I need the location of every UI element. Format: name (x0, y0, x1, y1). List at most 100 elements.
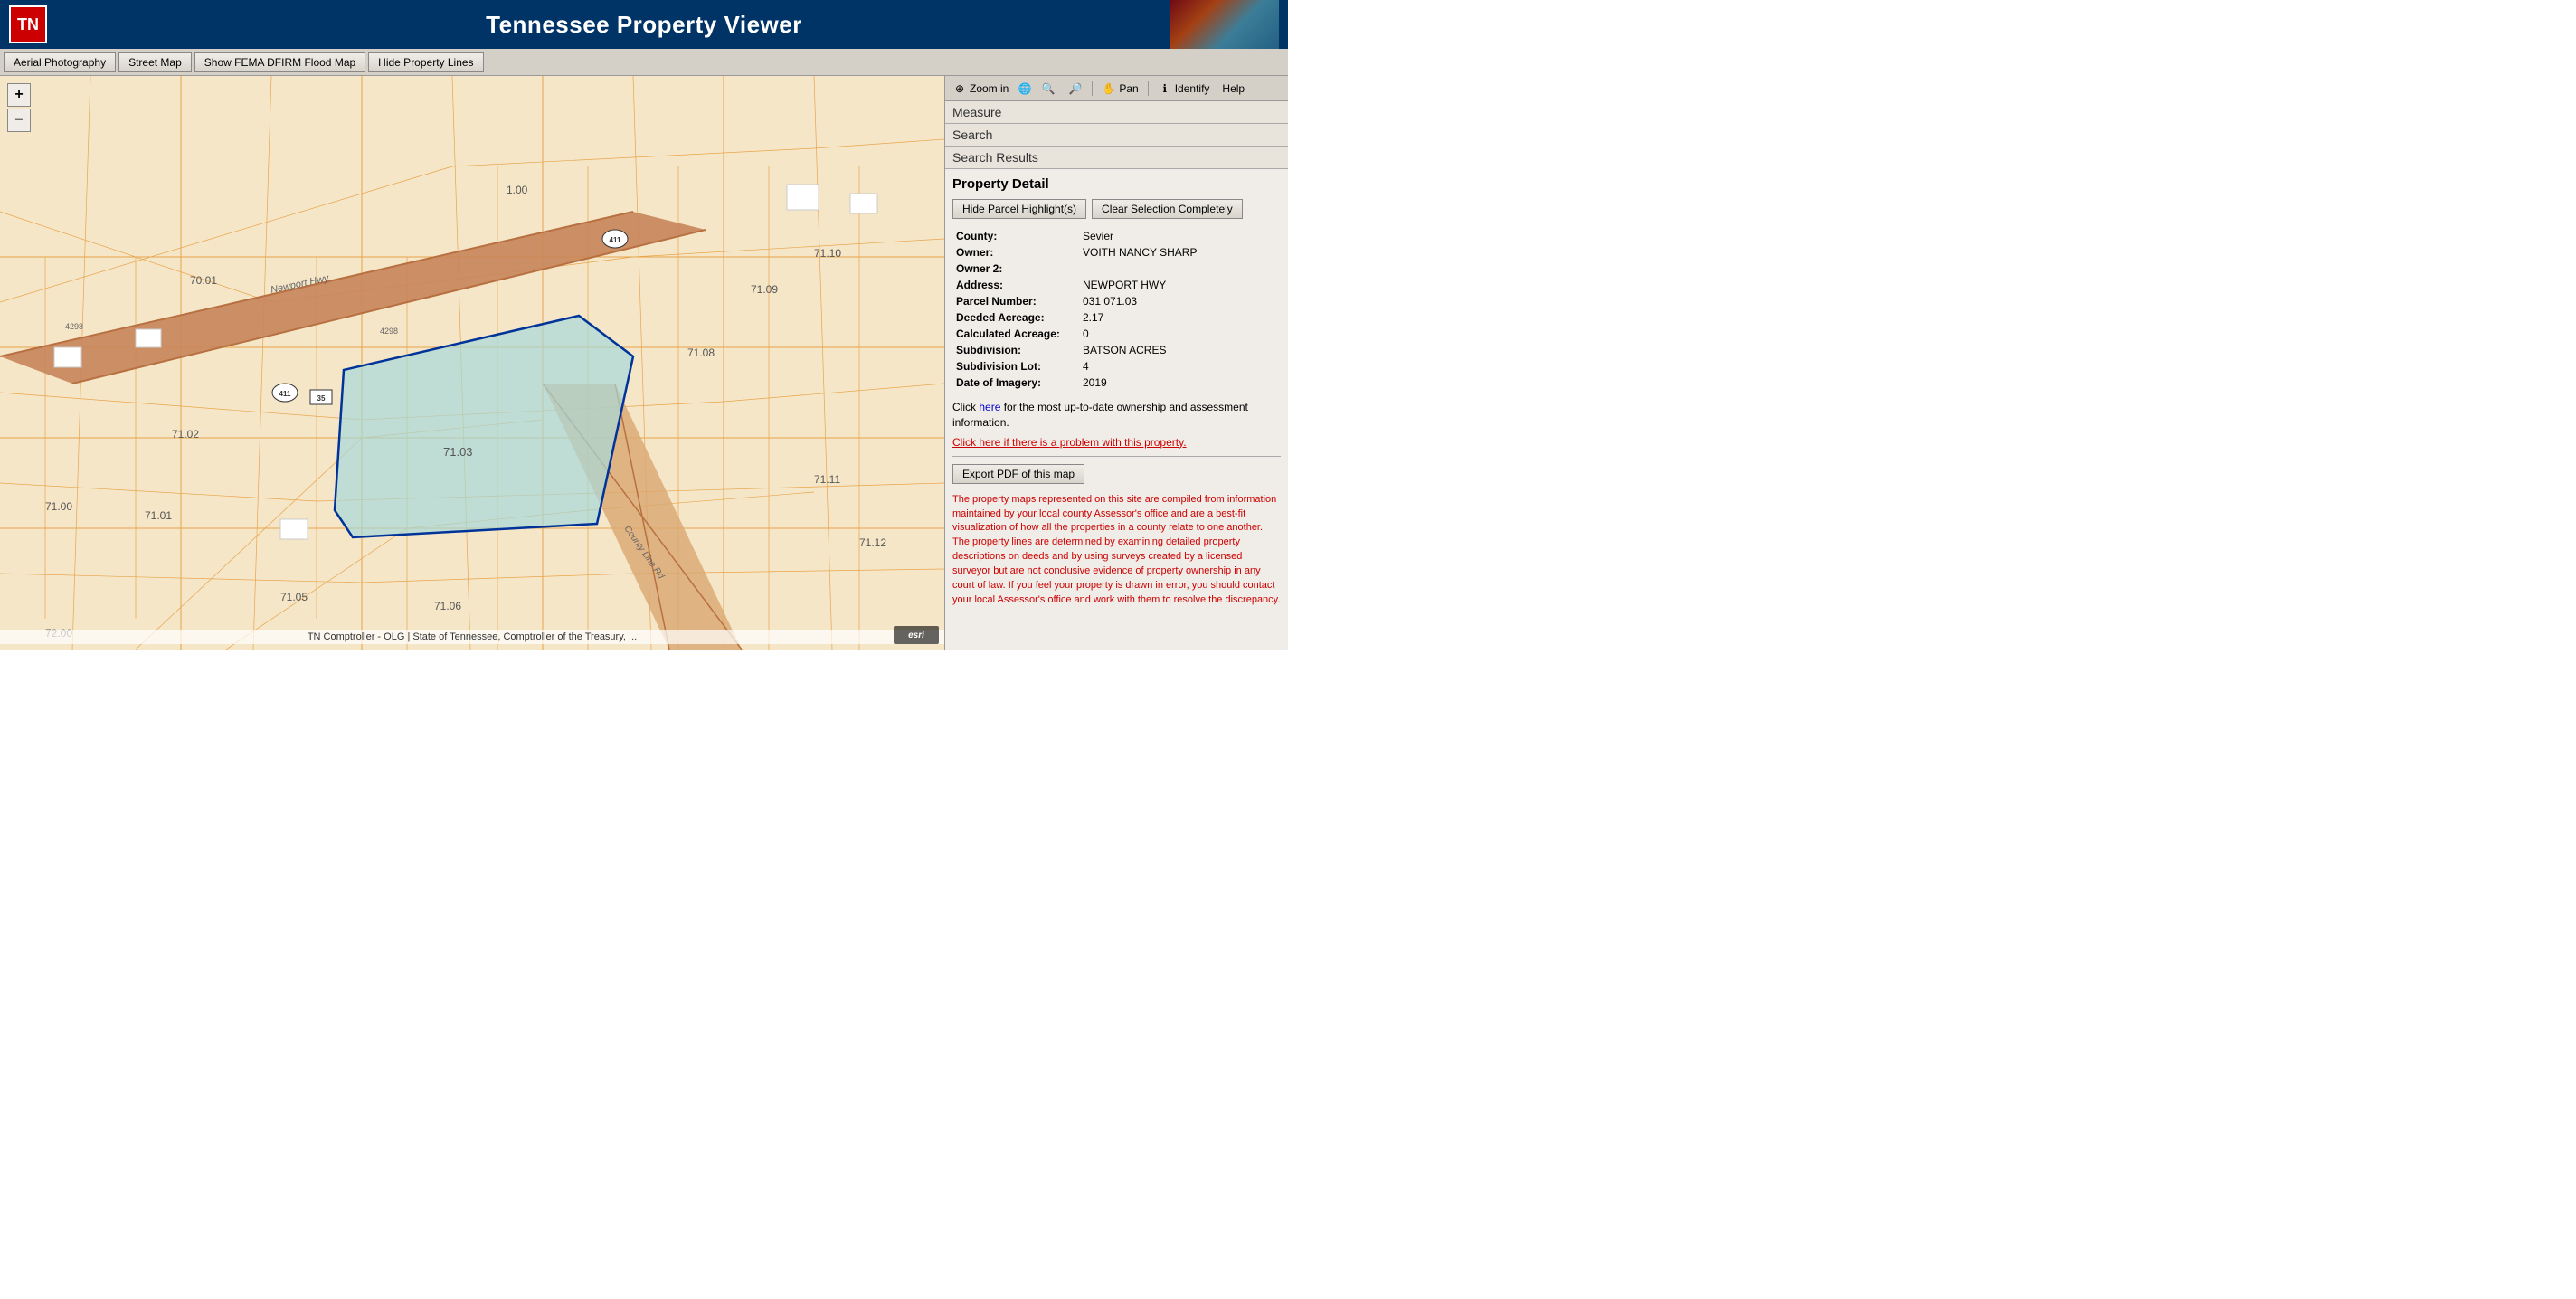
property-field-label: County: (952, 228, 1079, 244)
zoom-in-label: Zoom in (970, 82, 1009, 95)
map-attribution: TN Comptroller - OLG | State of Tennesse… (0, 630, 944, 644)
svg-text:71.02: 71.02 (172, 428, 199, 441)
zoom-out-button[interactable]: − (7, 109, 31, 132)
svg-text:71.08: 71.08 (687, 346, 715, 359)
svg-text:71.10: 71.10 (814, 247, 841, 260)
svg-text:71.05: 71.05 (280, 591, 308, 603)
street-map-button[interactable]: Street Map (118, 52, 192, 72)
property-field-value: VOITH NANCY SHARP (1079, 244, 1281, 261)
export-pdf-button[interactable]: Export PDF of this map (952, 464, 1084, 484)
app-header: TN Tennessee Property Viewer (0, 0, 1288, 49)
identify-tool[interactable]: ℹ Identify (1154, 80, 1214, 98)
magnify-minus-icon: 🔎 (1068, 81, 1083, 96)
tn-state-logo: TN (9, 5, 47, 43)
hide-parcel-button[interactable]: Hide Parcel Highlight(s) (952, 199, 1086, 219)
property-field-label: Parcel Number: (952, 293, 1079, 309)
property-field-row: Owner:VOITH NANCY SHARP (952, 244, 1281, 261)
property-field-row: Date of Imagery:2019 (952, 375, 1281, 391)
globe-icon: 🌐 (1018, 81, 1032, 96)
svg-text:4298: 4298 (65, 322, 83, 331)
right-panel: ⊕ Zoom in 🌐 🔍 🔎 ✋ Pan ℹ Identify Help (944, 76, 1288, 650)
map-svg: Newport Hwy County Line Rd 411 411 (0, 76, 944, 650)
property-field-label: Address: (952, 277, 1079, 293)
aerial-photography-button[interactable]: Aerial Photography (4, 52, 116, 72)
property-field-value: 031 071.03 (1079, 293, 1281, 309)
property-fields-table: County:SevierOwner:VOITH NANCY SHARPOwne… (952, 228, 1281, 391)
property-field-label: Calculated Acreage: (952, 326, 1079, 342)
svg-text:71.11: 71.11 (814, 473, 840, 486)
property-field-row: Calculated Acreage:0 (952, 326, 1281, 342)
property-detail-title: Property Detail (952, 176, 1281, 192)
zoom-in-button[interactable]: + (7, 83, 31, 107)
property-field-label: Deeded Acreage: (952, 309, 1079, 326)
svg-text:411: 411 (610, 236, 621, 244)
svg-text:71.12: 71.12 (859, 536, 886, 549)
search-results-section[interactable]: Search Results (945, 147, 1288, 169)
problem-link[interactable]: Click here if there is a problem with th… (952, 436, 1281, 449)
property-field-label: Subdivision Lot: (952, 358, 1079, 375)
property-field-value: 2.17 (1079, 309, 1281, 326)
property-field-row: Subdivision:BATSON ACRES (952, 342, 1281, 358)
property-field-row: County:Sevier (952, 228, 1281, 244)
fema-flood-map-button[interactable]: Show FEMA DFIRM Flood Map (194, 52, 365, 72)
tool-separator-2 (1148, 81, 1149, 96)
svg-text:71.01: 71.01 (145, 509, 172, 522)
svg-text:70.01: 70.01 (190, 274, 217, 287)
property-field-row: Owner 2: (952, 261, 1281, 277)
property-field-value: 2019 (1079, 375, 1281, 391)
pan-label: Pan (1119, 82, 1138, 95)
esri-logo: esri (894, 626, 939, 644)
svg-text:411: 411 (279, 390, 291, 398)
property-field-value: Sevier (1079, 228, 1281, 244)
svg-text:71.00: 71.00 (45, 500, 72, 513)
map-area[interactable]: Newport Hwy County Line Rd 411 411 (0, 76, 944, 650)
svg-text:35: 35 (317, 394, 326, 403)
property-field-row: Address:NEWPORT HWY (952, 277, 1281, 293)
identify-icon: ℹ (1158, 81, 1172, 96)
property-detail-panel: Property Detail Hide Parcel Highlight(s)… (945, 169, 1288, 650)
property-field-value: BATSON ACRES (1079, 342, 1281, 358)
search-section[interactable]: Search (945, 124, 1288, 147)
clear-selection-button[interactable]: Clear Selection Completely (1092, 199, 1243, 219)
app-title: Tennessee Property Viewer (486, 11, 802, 39)
property-field-row: Parcel Number:031 071.03 (952, 293, 1281, 309)
main-container: Newport Hwy County Line Rd 411 411 (0, 76, 1288, 650)
panel-divider (952, 456, 1281, 457)
svg-text:71.09: 71.09 (751, 283, 778, 296)
property-field-label: Subdivision: (952, 342, 1079, 358)
zoom-controls: + − (7, 83, 31, 132)
zoom-out-tool[interactable]: 🔎 (1065, 80, 1086, 98)
help-label: Help (1222, 82, 1245, 95)
disclaimer-text: The property maps represented on this si… (952, 493, 1281, 609)
map-toolbar-bar: Aerial Photography Street Map Show FEMA … (0, 49, 1288, 76)
zoom-magnify-tool[interactable]: 🔍 (1037, 80, 1059, 98)
property-field-value: 0 (1079, 326, 1281, 342)
measure-section[interactable]: Measure (945, 101, 1288, 124)
svg-text:71.06: 71.06 (434, 600, 461, 612)
property-field-row: Subdivision Lot:4 (952, 358, 1281, 375)
map-tools-row: ⊕ Zoom in 🌐 🔍 🔎 ✋ Pan ℹ Identify Help (945, 76, 1288, 101)
ownership-link[interactable]: here (979, 401, 1000, 413)
zoom-in-tool[interactable]: ⊕ Zoom in (949, 80, 1012, 98)
property-field-label: Date of Imagery: (952, 375, 1079, 391)
property-field-value (1079, 261, 1281, 277)
property-field-label: Owner 2: (952, 261, 1079, 277)
tool-separator-1 (1092, 81, 1093, 96)
click-here-text: Click here for the most up-to-date owner… (952, 400, 1281, 431)
property-field-label: Owner: (952, 244, 1079, 261)
pan-tool[interactable]: ✋ Pan (1098, 80, 1141, 98)
hide-property-lines-button[interactable]: Hide Property Lines (368, 52, 483, 72)
zoom-in-icon: ⊕ (952, 81, 967, 96)
property-field-value: NEWPORT HWY (1079, 277, 1281, 293)
identify-label: Identify (1175, 82, 1210, 95)
svg-text:71.03: 71.03 (443, 445, 473, 459)
svg-text:1.00: 1.00 (507, 184, 528, 196)
property-field-value: 4 (1079, 358, 1281, 375)
svg-text:4298: 4298 (380, 327, 398, 336)
pan-icon: ✋ (1102, 81, 1116, 96)
header-decorative-image (1170, 0, 1279, 49)
magnify-plus-icon: 🔍 (1041, 81, 1056, 96)
help-tool[interactable]: Help (1218, 81, 1248, 97)
property-field-row: Deeded Acreage:2.17 (952, 309, 1281, 326)
action-buttons: Hide Parcel Highlight(s) Clear Selection… (952, 199, 1281, 219)
